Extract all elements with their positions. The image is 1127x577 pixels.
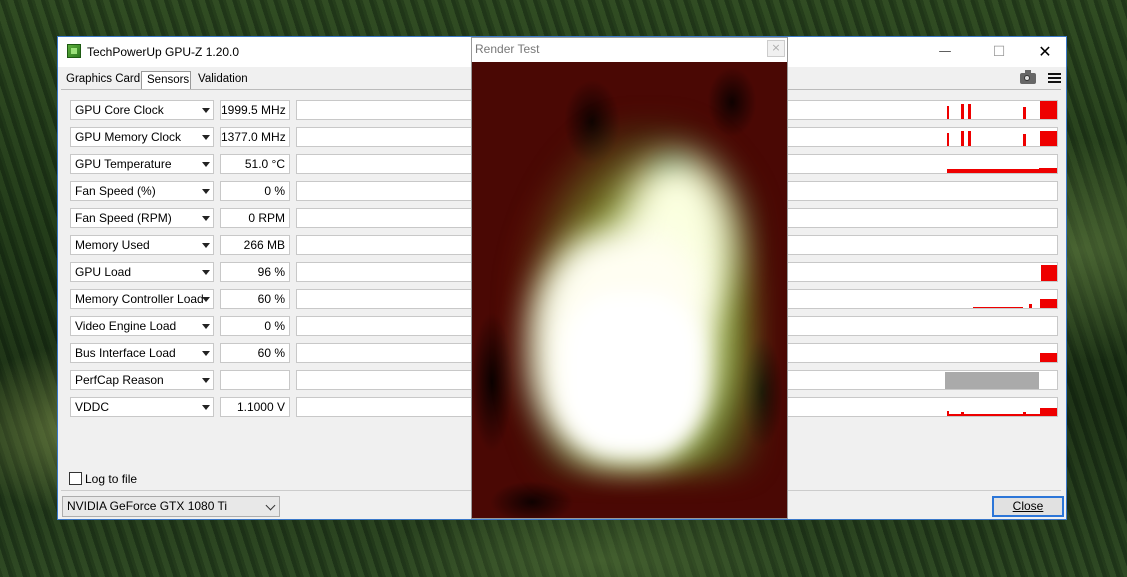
gpu-select-dropdown[interactable]: NVIDIA GeForce GTX 1080 Ti: [62, 496, 280, 517]
sensor-value: 0 %: [220, 181, 290, 201]
sensor-select[interactable]: PerfCap Reason: [70, 370, 214, 390]
close-icon[interactable]: ×: [767, 40, 785, 57]
graph-bar: [1040, 408, 1057, 416]
gpuz-app-icon: [67, 44, 81, 58]
sensor-select[interactable]: Bus Interface Load: [70, 343, 214, 363]
tab-sensors[interactable]: Sensors: [141, 71, 191, 89]
gpu-select-value: NVIDIA GeForce GTX 1080 Ti: [67, 499, 228, 513]
sensor-select[interactable]: VDDC: [70, 397, 214, 417]
dropdown-arrow-icon: [202, 405, 210, 410]
dropdown-arrow-icon: [202, 135, 210, 140]
window-title: TechPowerUp GPU-Z 1.20.0: [87, 45, 240, 59]
sensor-select[interactable]: Video Engine Load: [70, 316, 214, 336]
dropdown-arrow-icon: [202, 216, 210, 221]
sensor-value: 0 RPM: [220, 208, 290, 228]
graph-bar: [973, 307, 1023, 308]
sensor-value: 51.0 °C: [220, 154, 290, 174]
sensor-value: 1999.5 MHz: [220, 100, 290, 120]
render-test-titlebar[interactable]: Render Test ×: [472, 38, 787, 62]
sensor-value: 96 %: [220, 262, 290, 282]
sensor-label: Memory Used: [75, 238, 150, 252]
graph-bar: [1029, 304, 1032, 308]
sensor-select[interactable]: Fan Speed (%): [70, 181, 214, 201]
sensor-select[interactable]: GPU Temperature: [70, 154, 214, 174]
graph-bar: [968, 104, 971, 119]
sensor-select[interactable]: GPU Core Clock: [70, 100, 214, 120]
sensor-value: 266 MB: [220, 235, 290, 255]
sensor-label: GPU Load: [75, 265, 132, 279]
render-test-title: Render Test: [475, 42, 540, 56]
log-to-file-label[interactable]: Log to file: [85, 472, 137, 486]
sensor-label: VDDC: [75, 400, 110, 414]
dropdown-arrow-icon: [202, 162, 210, 167]
graph-bar: [1040, 101, 1057, 119]
render-test-canvas: [472, 62, 787, 518]
sensor-value: 0 %: [220, 316, 290, 336]
close-icon[interactable]: ✕: [1022, 37, 1068, 67]
graph-bar: [1041, 265, 1057, 281]
sensor-label: Memory Controller Load: [75, 292, 204, 306]
graph-bar: [961, 412, 964, 416]
dropdown-arrow-icon: [202, 243, 210, 248]
tab-validation[interactable]: Validation: [193, 71, 248, 89]
sensor-label: Fan Speed (%): [75, 184, 156, 198]
sensor-value: 1377.0 MHz: [220, 127, 290, 147]
graph-bar: [1040, 299, 1057, 308]
sensor-label: PerfCap Reason: [75, 373, 164, 387]
perfcap-bar: [945, 372, 1039, 389]
graph-bar: [961, 131, 964, 146]
graph-bar: [1040, 353, 1057, 362]
close-button[interactable]: Close: [992, 496, 1064, 517]
sensor-label: Bus Interface Load: [75, 346, 176, 360]
graph-bar: [947, 133, 949, 146]
minimize-icon[interactable]: —: [922, 37, 968, 67]
graph-bar: [961, 104, 964, 119]
sensor-select[interactable]: GPU Memory Clock: [70, 127, 214, 147]
sensor-select[interactable]: Memory Controller Load: [70, 289, 214, 309]
sensor-label: GPU Memory Clock: [75, 130, 182, 144]
dropdown-arrow-icon: [202, 108, 210, 113]
render-test-window: Render Test ×: [471, 37, 788, 519]
sensor-select[interactable]: Fan Speed (RPM): [70, 208, 214, 228]
sensor-value: 60 %: [220, 343, 290, 363]
hamburger-menu-icon[interactable]: [1048, 72, 1062, 84]
graph-bar: [947, 106, 949, 119]
graph-bar: [1039, 168, 1057, 173]
sensor-select[interactable]: Memory Used: [70, 235, 214, 255]
dropdown-arrow-icon: [202, 324, 210, 329]
sensor-select[interactable]: GPU Load: [70, 262, 214, 282]
graph-bar: [1023, 412, 1026, 416]
sensor-label: Fan Speed (RPM): [75, 211, 172, 225]
graph-bar: [947, 169, 1039, 173]
dropdown-arrow-icon: [202, 378, 210, 383]
graph-bar: [1040, 131, 1057, 146]
graph-bar: [1023, 107, 1026, 119]
sensor-label: Video Engine Load: [75, 319, 177, 333]
graph-bar: [1023, 134, 1026, 146]
dropdown-arrow-icon: [202, 270, 210, 275]
log-to-file-checkbox[interactable]: [69, 472, 82, 485]
sensor-value: 60 %: [220, 289, 290, 309]
render-blob: [562, 292, 702, 452]
chevron-down-icon: [265, 500, 276, 511]
camera-icon[interactable]: [1020, 70, 1036, 84]
tab-graphics-card[interactable]: Graphics Card: [61, 71, 140, 89]
maximize-icon[interactable]: ☐: [976, 37, 1022, 67]
graph-bar: [968, 131, 971, 146]
dropdown-arrow-icon: [202, 297, 210, 302]
sensor-label: GPU Core Clock: [75, 103, 164, 117]
sensor-label: GPU Temperature: [75, 157, 172, 171]
sensor-value: [220, 370, 290, 390]
dropdown-arrow-icon: [202, 351, 210, 356]
dropdown-arrow-icon: [202, 189, 210, 194]
sensor-value: 1.1000 V: [220, 397, 290, 417]
